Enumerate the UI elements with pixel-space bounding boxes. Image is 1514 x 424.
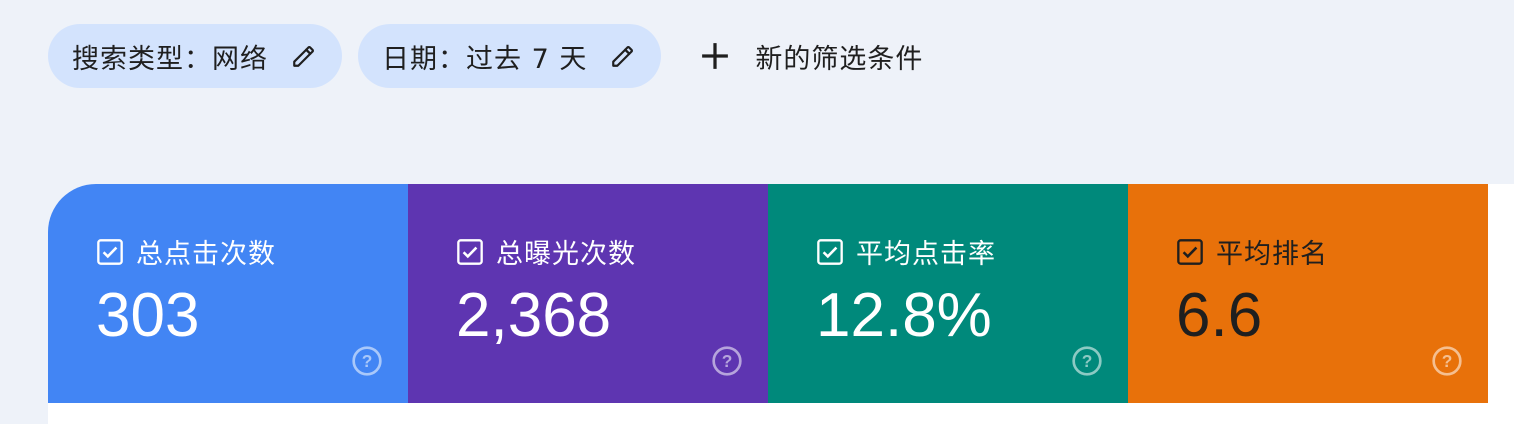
add-filter-button[interactable]: 新的筛选条件 xyxy=(699,24,923,88)
metric-card-average-ctr[interactable]: 平均点击率 12.8% ? xyxy=(768,184,1128,403)
filter-chip-label: 日期：过去 7 天 xyxy=(382,43,588,75)
metric-cards: 总点击次数 303 ? 总曝光次数 2,368 ? 平均点击率 12.8% ? … xyxy=(48,184,1488,403)
metric-card-header: 平均排名 xyxy=(1176,232,1328,271)
pencil-icon[interactable] xyxy=(290,42,318,70)
filter-chip-date[interactable]: 日期：过去 7 天 xyxy=(358,24,662,88)
metric-card-total-clicks[interactable]: 总点击次数 303 ? xyxy=(48,184,408,403)
metric-card-header: 平均点击率 xyxy=(816,232,996,271)
svg-text:?: ? xyxy=(1082,351,1093,371)
metric-label: 总曝光次数 xyxy=(496,239,636,270)
metric-label: 平均点击率 xyxy=(856,239,996,270)
help-icon[interactable]: ? xyxy=(710,344,744,378)
metric-panel: 总点击次数 303 ? 总曝光次数 2,368 ? 平均点击率 12.8% ? … xyxy=(48,184,1514,424)
svg-text:?: ? xyxy=(1442,351,1453,371)
add-filter-label: 新的筛选条件 xyxy=(755,43,924,75)
help-icon[interactable]: ? xyxy=(350,344,384,378)
filter-chip-search-type[interactable]: 搜索类型：网络 xyxy=(48,24,342,88)
metric-label: 平均排名 xyxy=(1216,239,1328,270)
metric-card-total-impressions[interactable]: 总曝光次数 2,368 ? xyxy=(408,184,768,403)
checkbox-checked-icon[interactable] xyxy=(816,238,844,266)
plus-icon xyxy=(699,40,731,72)
metric-card-average-position[interactable]: 平均排名 6.6 ? xyxy=(1128,184,1488,403)
metric-value: 2,368 xyxy=(456,281,612,350)
help-icon[interactable]: ? xyxy=(1070,344,1104,378)
metric-value: 303 xyxy=(96,281,200,350)
svg-text:?: ? xyxy=(722,351,733,371)
checkbox-checked-icon[interactable] xyxy=(1176,238,1204,266)
checkbox-checked-icon[interactable] xyxy=(456,238,484,266)
svg-text:?: ? xyxy=(362,351,373,371)
filter-chip-label: 搜索类型：网络 xyxy=(72,43,268,75)
metric-card-header: 总曝光次数 xyxy=(456,232,636,271)
checkbox-checked-icon[interactable] xyxy=(96,238,124,266)
metric-value: 6.6 xyxy=(1176,281,1263,350)
help-icon[interactable]: ? xyxy=(1430,344,1464,378)
pencil-icon[interactable] xyxy=(609,42,637,70)
metric-value: 12.8% xyxy=(816,281,992,350)
metric-label: 总点击次数 xyxy=(136,239,276,270)
metric-card-header: 总点击次数 xyxy=(96,232,276,271)
filter-bar: 搜索类型：网络 日期：过去 7 天 新的筛选条件 xyxy=(48,24,923,88)
